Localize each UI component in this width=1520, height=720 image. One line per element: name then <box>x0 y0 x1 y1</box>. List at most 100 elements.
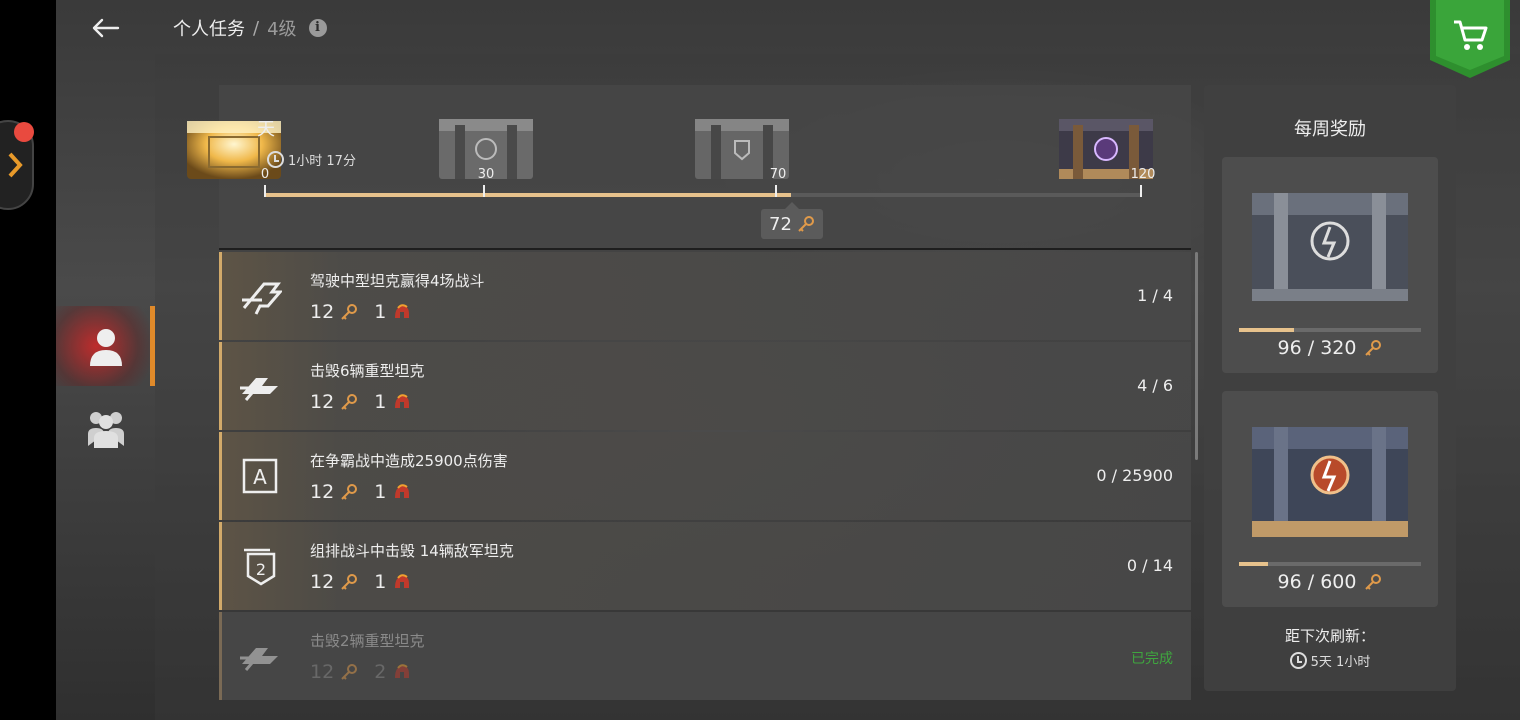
helmet-icon <box>395 304 410 318</box>
progress-tick-label: 30 <box>477 167 495 182</box>
day-label: 天 <box>257 119 275 140</box>
mission-progress: 0 / 25900 <box>1096 466 1173 485</box>
mission-progress: 1 / 4 <box>1137 286 1173 305</box>
clock-icon <box>1289 652 1307 669</box>
mission-rewards: 12 1 <box>310 571 412 593</box>
key-icon <box>1365 574 1382 590</box>
weekly-bar-2 <box>1239 562 1421 566</box>
key-icon <box>341 304 358 320</box>
weekly-rewards-panel: 每周奖励 96 / 320 96 / 600 距下次刷新： 5天 1小时 <box>1204 85 1456 691</box>
progress-tick-label: 70 <box>769 167 787 182</box>
back-button[interactable] <box>86 8 126 48</box>
weekly-points-text-2: 96 / 600 <box>1277 571 1357 593</box>
weekly-title: 每周奖励 <box>1294 119 1366 140</box>
mission-title: 组排战斗中击毁 14辆敌军坦克 <box>310 542 514 560</box>
progress-track <box>265 193 1141 197</box>
progress-tick-label: 120 <box>1130 167 1156 182</box>
progress-tick <box>264 185 266 197</box>
mission-row[interactable]: A 在争霸战中造成25900点伤害 12 1 0 / 25900 <box>219 432 1191 520</box>
chevron-right-icon <box>8 152 23 178</box>
mission-title: 击毁2辆重型坦克 <box>310 632 425 650</box>
progress-fill <box>265 193 791 197</box>
mission-key-reward: 12 <box>310 391 335 413</box>
weekly-bar-1 <box>1239 328 1421 332</box>
notification-dot <box>14 122 34 142</box>
platoon-icon: 2 <box>244 548 276 586</box>
left-edge <box>0 0 56 720</box>
cart-icon <box>1430 0 1510 78</box>
current-points-badge: 72 <box>761 202 823 239</box>
helmet-icon <box>395 394 410 408</box>
svg-text:A: A <box>253 465 267 489</box>
weekly-bar-fill-2 <box>1239 562 1269 566</box>
back-arrow-icon <box>92 18 120 38</box>
info-icon[interactable]: i <box>308 19 327 37</box>
helmet-icon <box>395 664 410 678</box>
mission-key-reward: 12 <box>310 481 335 503</box>
missions-panel: 天 1小时 17分 030 70 120 72 驾驶中型坦克赢得4场战斗 12 … <box>187 85 1191 705</box>
refresh-time-text: 5天 1小时 <box>1310 655 1371 670</box>
mission-key-reward: 12 <box>310 301 335 323</box>
helmet-icon <box>395 574 410 588</box>
weekly-chest-2-icon <box>1252 427 1408 537</box>
mission-row[interactable]: 击毁6辆重型坦克 12 1 4 / 6 <box>219 342 1191 430</box>
key-icon <box>341 664 358 680</box>
key-icon <box>798 216 814 232</box>
mission-progress: 0 / 14 <box>1126 556 1173 575</box>
mission-helmet-reward: 1 <box>374 391 387 413</box>
mission-title: 驾驶中型坦克赢得4场战斗 <box>310 272 485 290</box>
key-icon <box>341 484 358 500</box>
nav-personal-missions[interactable] <box>56 306 155 386</box>
heavy-tank-icon <box>240 648 278 671</box>
mission-key-reward: 12 <box>310 571 335 593</box>
mission-rewards: 12 2 <box>310 661 412 683</box>
breadcrumb: 个人任务 / 4级 i <box>173 14 327 42</box>
mission-row[interactable]: 驾驶中型坦克赢得4场战斗 12 1 1 / 4 <box>219 252 1191 340</box>
mission-title: 击毁6辆重型坦克 <box>310 362 425 380</box>
weekly-reward-card-1[interactable]: 96 / 320 <box>1222 157 1438 373</box>
mission-key-reward: 12 <box>310 661 335 683</box>
helmet-icon <box>395 484 410 498</box>
mission-rewards: 12 1 <box>310 301 412 323</box>
progress-tick-label: 0 <box>260 167 270 182</box>
level-label: 4级 <box>267 19 297 40</box>
svg-text:2: 2 <box>256 560 266 579</box>
weekly-points-text-1: 96 / 320 <box>1277 337 1357 359</box>
breadcrumb-separator: / <box>253 17 260 39</box>
key-icon <box>341 394 358 410</box>
mission-scrollbar[interactable] <box>1195 252 1198 460</box>
mission-rewards: 12 1 <box>310 481 412 503</box>
nav-clan-missions[interactable] <box>84 406 128 450</box>
person-icon <box>90 329 122 366</box>
medium-tank-icon <box>242 282 282 315</box>
supremacy-mode-icon: A <box>242 458 278 494</box>
group-icon <box>88 412 124 448</box>
progress-tick <box>483 185 485 197</box>
clock-icon <box>267 151 284 168</box>
weekly-bar-fill-1 <box>1239 328 1294 332</box>
weekly-points-2: 96 / 600 <box>1222 571 1438 593</box>
weekly-reward-card-2[interactable]: 96 / 600 <box>1222 391 1438 607</box>
mission-title: 在争霸战中造成25900点伤害 <box>310 452 508 470</box>
refresh-label: 距下次刷新： <box>1284 627 1375 645</box>
mission-helmet-reward: 1 <box>374 301 387 323</box>
mission-row[interactable]: 击毁2辆重型坦克 12 2 已完成 <box>219 612 1191 700</box>
nav-active-indicator <box>150 306 155 386</box>
mission-rewards: 12 1 <box>310 391 412 413</box>
mission-progress: 4 / 6 <box>1137 376 1173 395</box>
mission-list: 驾驶中型坦克赢得4场战斗 12 1 1 / 4 击毁6辆重型坦克 12 1 4 / 6 A 在争霸… <box>219 252 1191 702</box>
mission-helmet-reward: 1 <box>374 571 387 593</box>
key-icon <box>341 574 358 590</box>
mission-row[interactable]: 2 组排战斗中击毁 14辆敌军坦克 12 1 0 / 14 <box>219 522 1191 610</box>
shop-button[interactable] <box>1430 0 1510 78</box>
progress-tick <box>775 185 777 197</box>
heavy-tank-icon <box>240 378 278 401</box>
daily-timer: 1小时 17分 <box>267 150 356 169</box>
progress-tick <box>1140 185 1142 197</box>
mission-helmet-reward: 1 <box>374 481 387 503</box>
weekly-points-1: 96 / 320 <box>1222 337 1438 359</box>
key-icon <box>1365 340 1382 356</box>
daily-timer-text: 1小时 17分 <box>288 154 356 169</box>
page-title: 个人任务 <box>173 19 245 40</box>
weekly-chest-1-icon <box>1252 193 1408 301</box>
